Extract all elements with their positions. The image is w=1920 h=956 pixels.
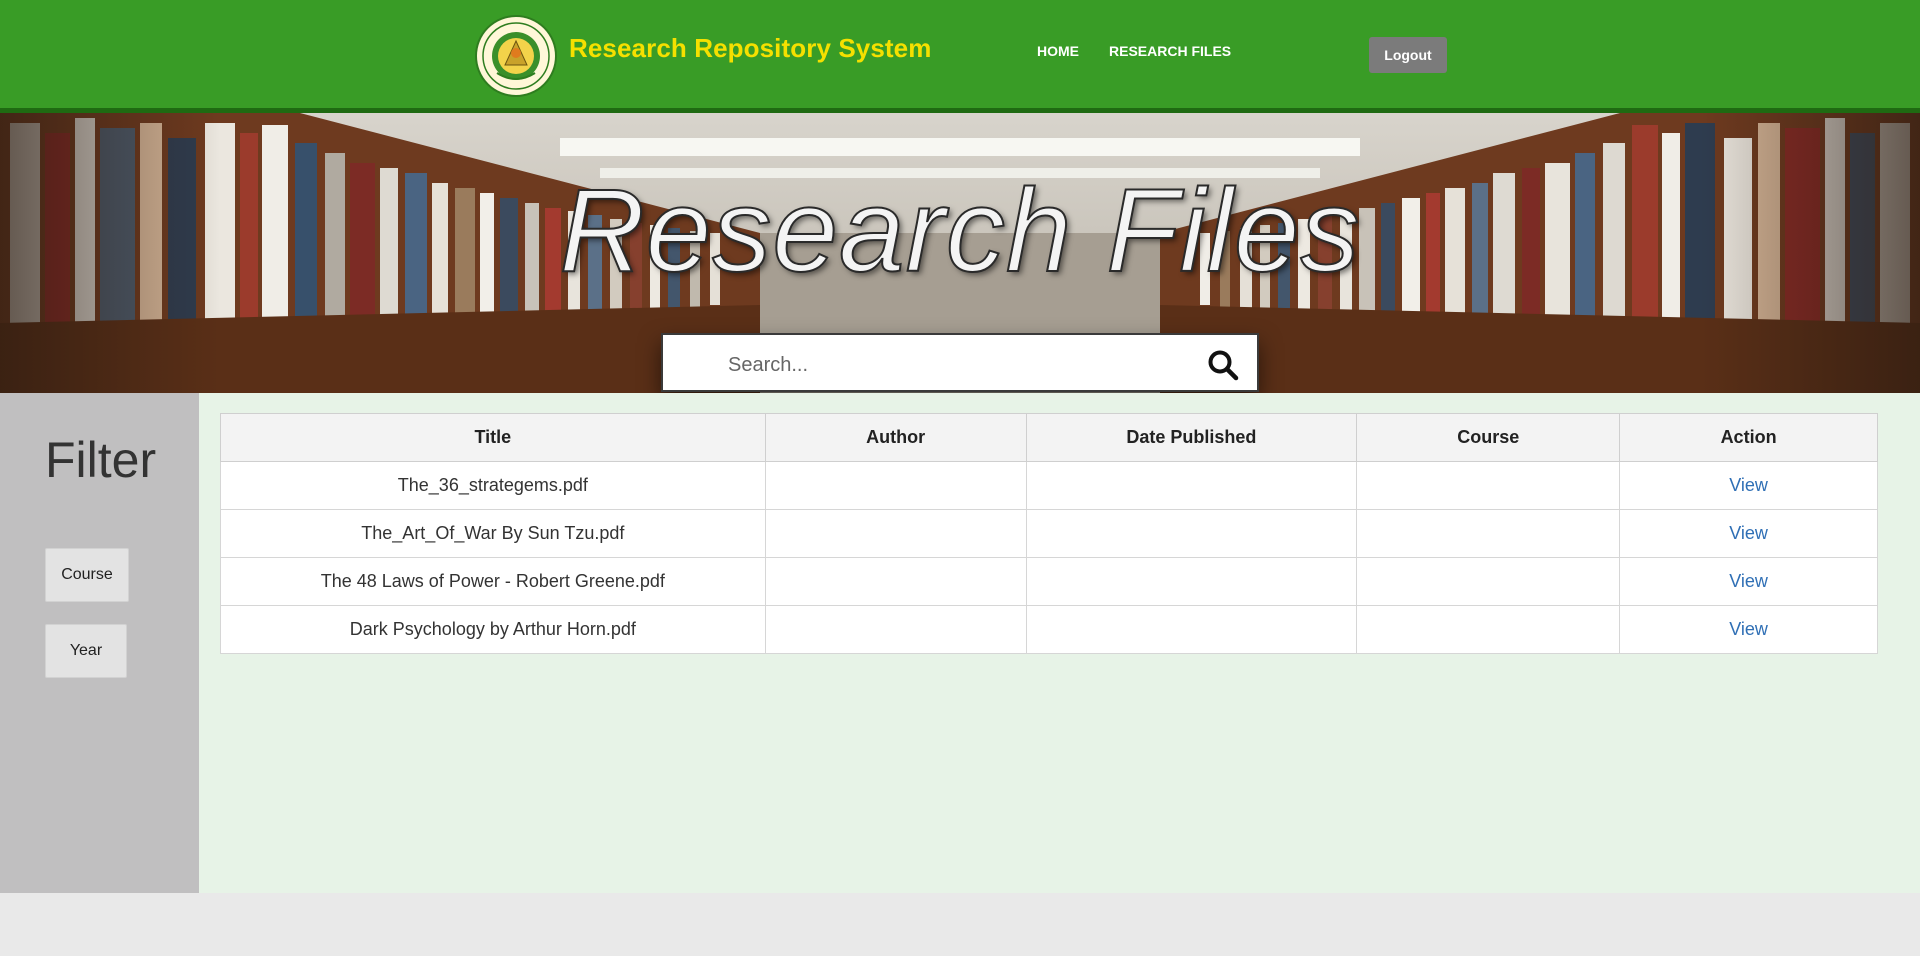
column-header-date-published[interactable]: Date Published	[1025, 413, 1358, 462]
cell-action: View	[1619, 509, 1878, 558]
cell-action: View	[1619, 605, 1878, 654]
cell-date	[1025, 509, 1358, 558]
nav-home-link[interactable]: HOME	[1037, 43, 1079, 59]
cell-course	[1356, 557, 1621, 606]
column-header-author[interactable]: Author	[764, 413, 1027, 462]
view-link[interactable]: View	[1729, 619, 1768, 639]
search-input[interactable]	[726, 349, 1170, 381]
university-seal-logo[interactable]	[475, 15, 557, 97]
filter-year-button[interactable]: Year	[45, 624, 127, 678]
cell-date	[1025, 461, 1358, 510]
view-link[interactable]: View	[1729, 523, 1768, 543]
cell-author	[764, 557, 1027, 606]
cell-author	[764, 509, 1027, 558]
cell-action: View	[1619, 461, 1878, 510]
search-bar[interactable]	[661, 333, 1259, 392]
nav-research-files-link[interactable]: RESEARCH FILES	[1109, 43, 1231, 59]
cell-title: The_Art_Of_War By Sun Tzu.pdf	[220, 509, 766, 558]
cell-author	[764, 605, 1027, 654]
column-header-title[interactable]: Title	[220, 413, 766, 462]
table-row: The_Art_Of_War By Sun Tzu.pdf View	[220, 509, 1878, 558]
cell-title: Dark Psychology by Arthur Horn.pdf	[220, 605, 766, 654]
cell-course	[1356, 605, 1621, 654]
table-row: The 48 Laws of Power - Robert Greene.pdf…	[220, 557, 1878, 606]
research-files-table: Title Author Date Published Course Actio…	[220, 413, 1878, 654]
table-row: Dark Psychology by Arthur Horn.pdf View	[220, 605, 1878, 654]
logout-button[interactable]: Logout	[1369, 37, 1447, 73]
view-link[interactable]: View	[1729, 475, 1768, 495]
cell-date	[1025, 605, 1358, 654]
cell-title: The_36_strategems.pdf	[220, 461, 766, 510]
site-brand-title[interactable]: Research Repository System	[569, 33, 931, 64]
view-link[interactable]: View	[1729, 571, 1768, 591]
filter-heading: Filter	[45, 432, 157, 488]
cell-title: The 48 Laws of Power - Robert Greene.pdf	[220, 557, 766, 606]
table-header-row: Title Author Date Published Course Actio…	[220, 413, 1878, 462]
column-header-action: Action	[1619, 413, 1878, 462]
filter-course-button[interactable]: Course	[45, 548, 129, 602]
hero-title: Research Files	[559, 164, 1361, 298]
cell-date	[1025, 557, 1358, 606]
cell-author	[764, 461, 1027, 510]
cell-action: View	[1619, 557, 1878, 606]
column-header-course[interactable]: Course	[1356, 413, 1621, 462]
top-header: Research Repository System HOME RESEARCH…	[0, 0, 1920, 113]
filter-sidebar: Filter Course Year	[0, 393, 199, 893]
main-content: Title Author Date Published Course Actio…	[199, 393, 1920, 893]
search-icon[interactable]	[1207, 349, 1239, 381]
cell-course	[1356, 461, 1621, 510]
table-row: The_36_strategems.pdf View	[220, 461, 1878, 510]
cell-course	[1356, 509, 1621, 558]
